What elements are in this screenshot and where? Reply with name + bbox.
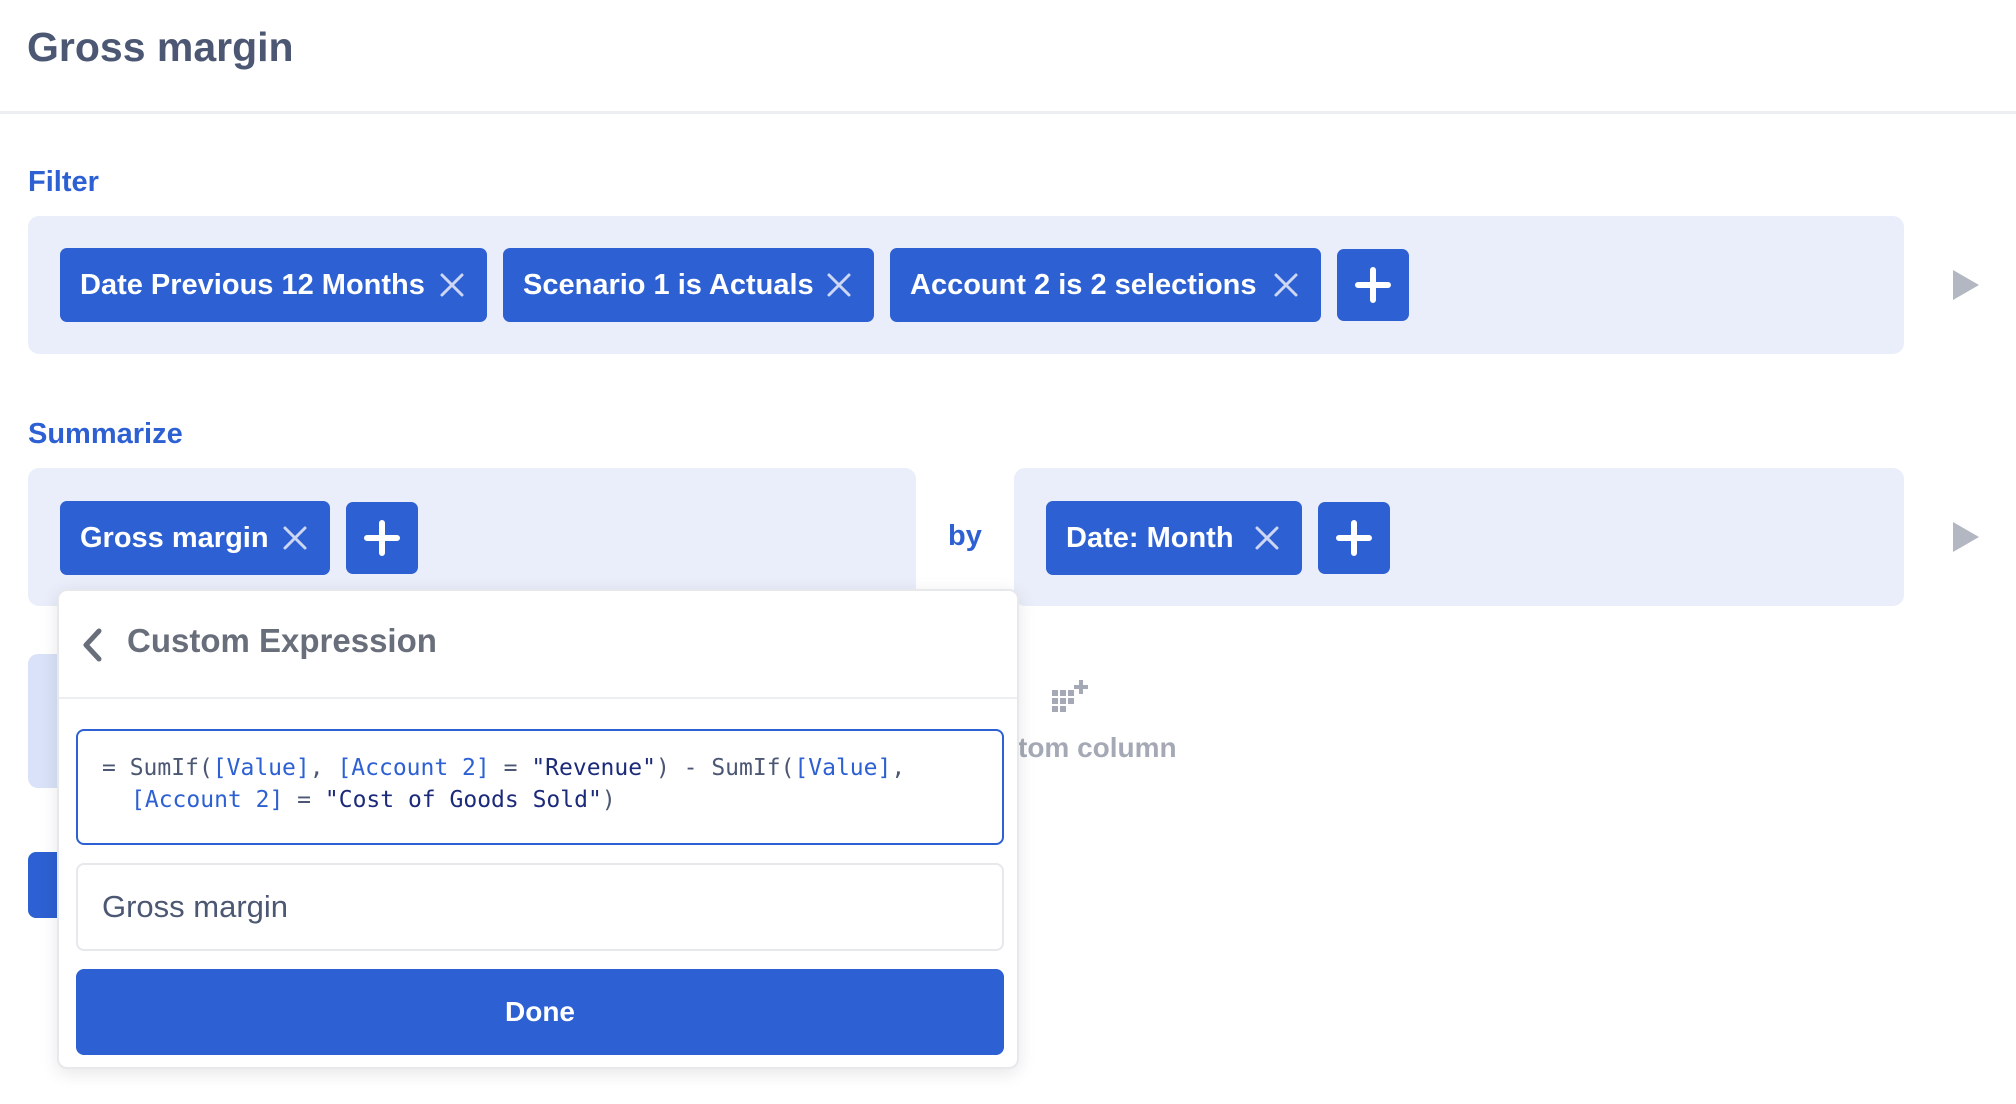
page-header: Gross margin — [0, 0, 2016, 114]
summarize-groups-panel: Date: Month — [1014, 468, 1904, 606]
filter-section-label: Filter — [28, 166, 99, 198]
close-icon[interactable] — [282, 525, 308, 551]
filter-pill-label: Date Previous 12 Months — [80, 268, 425, 301]
filter-pill-label: Scenario 1 is Actuals — [523, 268, 814, 301]
expr-token: , — [891, 755, 906, 781]
close-icon[interactable] — [1254, 525, 1280, 551]
add-filter-button[interactable] — [1337, 249, 1409, 321]
expr-token: = — [102, 755, 130, 781]
filter-pill-account[interactable]: Account 2 is 2 selections — [890, 248, 1321, 322]
popover-title: Custom Expression — [127, 622, 437, 659]
popover-header: Custom Expression — [59, 591, 1017, 699]
expr-token: [Value] — [212, 755, 310, 781]
summarize-metrics-panel: Gross margin — [28, 468, 916, 606]
custom-expression-popover: Custom Expression = SumIf([Value], [Acco… — [57, 589, 1019, 1069]
expr-token: SumIf( — [129, 755, 213, 781]
filter-pill-label: Account 2 is 2 selections — [910, 268, 1257, 301]
metric-pill-gross-margin[interactable]: Gross margin — [60, 501, 330, 575]
filter-pill-date[interactable]: Date Previous 12 Months — [60, 248, 487, 322]
expr-token: [Value] — [794, 755, 892, 781]
plus-icon — [1336, 520, 1372, 556]
filter-preview-play-icon[interactable] — [1953, 270, 1979, 300]
metric-pill-label: Gross margin — [80, 521, 269, 554]
done-button[interactable]: Done — [76, 969, 1004, 1055]
expr-token: , — [309, 755, 338, 781]
expr-token: = — [489, 755, 532, 781]
custom-column-label: tom column — [1018, 732, 1177, 763]
add-column-icon — [1052, 680, 1088, 712]
expression-line-1: = SumIf([Value], [Account 2] = "Revenue"… — [102, 752, 905, 784]
close-icon[interactable] — [1273, 272, 1299, 298]
expr-token: ) — [601, 787, 616, 813]
close-icon[interactable] — [826, 272, 852, 298]
plus-icon — [1355, 267, 1391, 303]
expr-token: SumIf( — [711, 755, 795, 781]
filter-pill-scenario[interactable]: Scenario 1 is Actuals — [503, 248, 874, 322]
group-pill-label: Date: Month — [1066, 521, 1234, 554]
expr-token: ) - — [655, 755, 712, 781]
expression-editor[interactable]: = SumIf([Value], [Account 2] = "Revenue"… — [76, 729, 1004, 845]
summarize-section-label: Summarize — [28, 418, 183, 450]
filter-panel: Date Previous 12 Months Scenario 1 is Ac… — [28, 216, 1904, 354]
column-name-input[interactable] — [76, 863, 1004, 951]
expr-token: = — [283, 787, 325, 813]
expr-token: "Revenue" — [531, 755, 656, 781]
summarize-preview-play-icon[interactable] — [1953, 522, 1979, 552]
add-group-button[interactable] — [1318, 502, 1390, 574]
add-metric-button[interactable] — [346, 502, 418, 574]
expression-line-2: [Account 2] = "Cost of Goods Sold") — [131, 784, 616, 816]
expr-token: [Account 2] — [337, 755, 490, 781]
expr-token: "Cost of Goods Sold" — [324, 787, 602, 813]
plus-icon — [364, 520, 400, 556]
page-title: Gross margin — [27, 24, 294, 70]
by-label: by — [948, 520, 982, 552]
chevron-left-icon[interactable] — [81, 628, 103, 662]
close-icon[interactable] — [439, 272, 465, 298]
group-pill-date-month[interactable]: Date: Month — [1046, 501, 1302, 575]
expr-token: [Account 2] — [131, 787, 284, 813]
